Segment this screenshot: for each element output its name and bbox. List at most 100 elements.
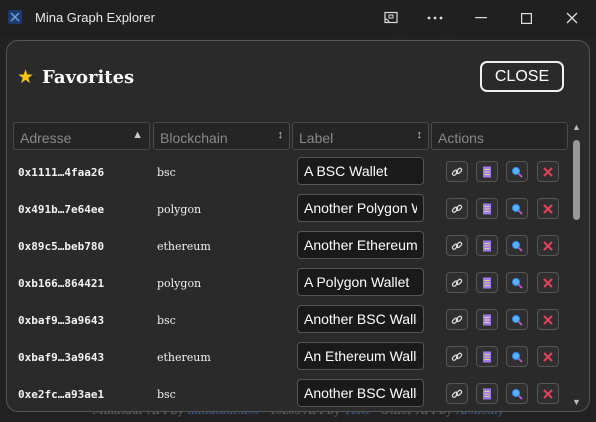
- explore-button[interactable]: [506, 383, 528, 404]
- document-icon: [482, 203, 492, 215]
- label-input[interactable]: [297, 305, 424, 333]
- remove-favorite-button[interactable]: [537, 272, 559, 293]
- open-link-button[interactable]: [446, 272, 468, 293]
- search-icon: [511, 388, 523, 400]
- open-link-button[interactable]: [446, 346, 468, 367]
- search-icon: [511, 203, 523, 215]
- blockchain-cell: polygon: [157, 277, 202, 290]
- column-header-address[interactable]: Adresse ▲: [13, 122, 150, 150]
- label-input[interactable]: [297, 342, 424, 370]
- details-button[interactable]: [476, 235, 498, 256]
- address-cell[interactable]: 0xbaf9…3a9643: [18, 314, 104, 327]
- more-icon[interactable]: [412, 0, 458, 36]
- details-button[interactable]: [476, 272, 498, 293]
- address-cell[interactable]: 0x1111…4faa26: [18, 166, 104, 179]
- address-cell[interactable]: 0xbaf9…3a9643: [18, 351, 104, 364]
- label-input[interactable]: [297, 268, 424, 296]
- explore-button[interactable]: [506, 198, 528, 219]
- table-row: 0x89c5…beb780 ethereum: [7, 228, 567, 265]
- remove-favorite-button[interactable]: [537, 198, 559, 219]
- sort-asc-icon: ▲: [132, 129, 143, 141]
- delete-icon: [542, 166, 554, 178]
- star-icon: ★: [17, 66, 35, 88]
- scroll-down-icon[interactable]: ▼: [572, 397, 581, 407]
- details-button[interactable]: [476, 198, 498, 219]
- explore-button[interactable]: [506, 161, 528, 182]
- window-title: Mina Graph Explorer: [35, 10, 155, 25]
- details-button[interactable]: [476, 309, 498, 330]
- remove-favorite-button[interactable]: [537, 346, 559, 367]
- open-link-button[interactable]: [446, 161, 468, 182]
- table-row: 0x1111…4faa26 bsc: [7, 154, 567, 191]
- open-link-button[interactable]: [446, 235, 468, 256]
- explore-button[interactable]: [506, 309, 528, 330]
- table-row: 0xb166…864421 polygon: [7, 265, 567, 302]
- explore-button[interactable]: [506, 272, 528, 293]
- label-input[interactable]: [297, 157, 424, 185]
- details-button[interactable]: [476, 346, 498, 367]
- table-row: 0x491b…7e64ee polygon: [7, 191, 567, 228]
- column-label: Actions: [438, 130, 484, 146]
- favorites-table-body: 0x1111…4faa26 bsc 0x491b…7e64ee polygon 0x89…: [7, 154, 567, 411]
- delete-icon: [542, 314, 554, 326]
- column-label: Adresse: [20, 130, 72, 146]
- blockchain-cell: bsc: [157, 388, 176, 401]
- scroll-up-icon[interactable]: ▲: [572, 122, 581, 132]
- scrollbar-thumb[interactable]: [573, 140, 580, 220]
- search-icon: [511, 166, 523, 178]
- search-icon: [511, 351, 523, 363]
- maximize-icon[interactable]: [503, 0, 549, 36]
- explore-button[interactable]: [506, 235, 528, 256]
- link-icon: [451, 314, 463, 326]
- link-icon: [451, 203, 463, 215]
- remove-favorite-button[interactable]: [537, 161, 559, 182]
- explore-button[interactable]: [506, 346, 528, 367]
- open-link-button[interactable]: [446, 383, 468, 404]
- window-close-icon[interactable]: [549, 0, 595, 36]
- link-icon: [451, 166, 463, 178]
- close-button[interactable]: CLOSE: [480, 61, 564, 92]
- document-icon: [482, 166, 492, 178]
- remove-favorite-button[interactable]: [537, 309, 559, 330]
- dialog-title-text: Favorites: [42, 67, 135, 88]
- document-icon: [482, 240, 492, 252]
- blockchain-cell: ethereum: [157, 351, 211, 364]
- label-input[interactable]: [297, 231, 424, 259]
- address-cell[interactable]: 0x491b…7e64ee: [18, 203, 104, 216]
- cast-icon[interactable]: [368, 0, 414, 36]
- delete-icon: [542, 388, 554, 400]
- minimize-icon[interactable]: [458, 0, 504, 36]
- address-cell[interactable]: 0x89c5…beb780: [18, 240, 104, 253]
- remove-favorite-button[interactable]: [537, 235, 559, 256]
- delete-icon: [542, 351, 554, 363]
- column-header-label[interactable]: Label ↕: [292, 122, 429, 150]
- blockchain-cell: polygon: [157, 203, 202, 216]
- search-icon: [511, 314, 523, 326]
- link-icon: [451, 351, 463, 363]
- blockchain-cell: bsc: [157, 166, 176, 179]
- details-button[interactable]: [476, 383, 498, 404]
- blockchain-cell: bsc: [157, 314, 176, 327]
- title-bar: Mina Graph Explorer: [0, 0, 596, 37]
- blockchain-cell: ethereum: [157, 240, 211, 253]
- open-link-button[interactable]: [446, 309, 468, 330]
- document-icon: [482, 351, 492, 363]
- details-button[interactable]: [476, 161, 498, 182]
- label-input[interactable]: [297, 194, 424, 222]
- delete-icon: [542, 203, 554, 215]
- sort-icon: ↕: [416, 129, 423, 141]
- scrollbar[interactable]: ▲ ▼: [569, 122, 583, 407]
- address-cell[interactable]: 0xe2fc…a93ae1: [18, 388, 104, 401]
- column-label: Blockchain: [160, 130, 228, 146]
- table-row: 0xbaf9…3a9643 bsc: [7, 302, 567, 339]
- remove-favorite-button[interactable]: [537, 383, 559, 404]
- open-link-button[interactable]: [446, 198, 468, 219]
- column-header-actions: Actions: [431, 122, 568, 150]
- favorites-dialog: ★ Favorites CLOSE Adresse ▲ Blockchain ↕…: [6, 40, 590, 412]
- app-logo-icon: [8, 10, 22, 24]
- address-cell[interactable]: 0xb166…864421: [18, 277, 104, 290]
- link-icon: [451, 277, 463, 289]
- document-icon: [482, 314, 492, 326]
- column-header-blockchain[interactable]: Blockchain ↕: [153, 122, 290, 150]
- label-input[interactable]: [297, 379, 424, 407]
